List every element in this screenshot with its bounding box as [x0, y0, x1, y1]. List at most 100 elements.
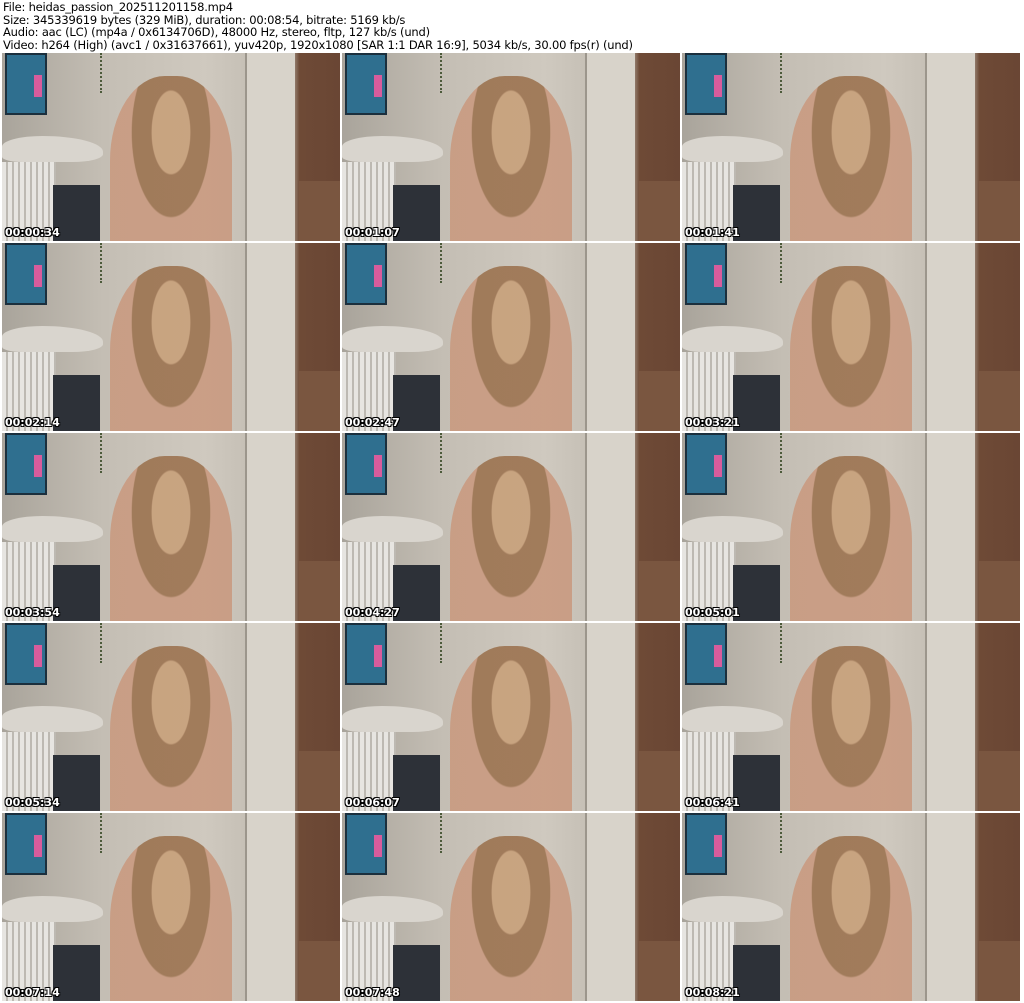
door [925, 813, 975, 1001]
subject-placeholder [790, 265, 912, 431]
subject-placeholder [450, 265, 572, 431]
monitor-screen [345, 623, 387, 685]
video-frame-thumbnail: 00:04:27 [342, 433, 680, 621]
subject-placeholder [790, 835, 912, 1001]
frame-timestamp: 00:01:07 [345, 226, 400, 239]
door [245, 623, 295, 811]
hanging-plant [780, 243, 796, 283]
chair [979, 560, 1020, 621]
chair [639, 750, 680, 811]
subject-placeholder [110, 75, 232, 241]
monitor-screen [345, 53, 387, 115]
hanging-plant [440, 53, 456, 93]
thumbnail-grid: 00:00:34 00:01:07 00:01:41 00:02:14 00:02:47… [2, 53, 1020, 1001]
door [585, 53, 635, 241]
subject-placeholder [790, 645, 912, 811]
subject-placeholder [790, 455, 912, 621]
video-frame-thumbnail: 00:06:07 [342, 623, 680, 811]
hanging-plant [780, 433, 796, 473]
hanging-plant [100, 813, 116, 853]
subject-placeholder [450, 835, 572, 1001]
subject-placeholder [790, 75, 912, 241]
frame-timestamp: 00:07:14 [5, 986, 60, 999]
subject-placeholder [110, 645, 232, 811]
chair [639, 180, 680, 241]
door [925, 623, 975, 811]
subject-placeholder [450, 645, 572, 811]
frame-timestamp: 00:04:27 [345, 606, 400, 619]
monitor-screen [5, 53, 47, 115]
door [925, 243, 975, 431]
monitor-screen [685, 433, 727, 495]
frame-timestamp: 00:00:34 [5, 226, 60, 239]
monitor-screen [5, 813, 47, 875]
monitor-screen [685, 53, 727, 115]
frame-timestamp: 00:01:41 [685, 226, 740, 239]
hanging-plant [100, 623, 116, 663]
video-frame-thumbnail: 00:07:14 [2, 813, 340, 1001]
door [245, 813, 295, 1001]
video-info: Video: h264 (High) (avc1 / 0x31637661), … [3, 37, 633, 52]
chair [299, 560, 340, 621]
video-frame-thumbnail: 00:02:14 [2, 243, 340, 431]
door [245, 53, 295, 241]
frame-timestamp: 00:02:14 [5, 416, 60, 429]
video-frame-thumbnail: 00:01:41 [682, 53, 1020, 241]
video-frame-thumbnail: 00:06:41 [682, 623, 1020, 811]
frame-timestamp: 00:03:21 [685, 416, 740, 429]
chair [299, 940, 340, 1001]
hanging-plant [100, 433, 116, 473]
hanging-plant [780, 623, 796, 663]
frame-timestamp: 00:06:07 [345, 796, 400, 809]
video-frame-thumbnail: 00:02:47 [342, 243, 680, 431]
video-frame-thumbnail: 00:08:21 [682, 813, 1020, 1001]
hanging-plant [100, 243, 116, 283]
door [585, 813, 635, 1001]
file-name: File: heidas_passion_202511201158.mp4 [3, 0, 233, 14]
monitor-screen [5, 243, 47, 305]
monitor-screen [685, 623, 727, 685]
frame-timestamp: 00:06:41 [685, 796, 740, 809]
monitor-screen [685, 813, 727, 875]
subject-placeholder [450, 75, 572, 241]
video-frame-thumbnail: 00:00:34 [2, 53, 340, 241]
door [585, 243, 635, 431]
chair [979, 940, 1020, 1001]
door [585, 623, 635, 811]
hanging-plant [440, 623, 456, 663]
monitor-screen [345, 813, 387, 875]
hanging-plant [780, 813, 796, 853]
video-frame-thumbnail: 00:05:01 [682, 433, 1020, 621]
video-frame-thumbnail: 00:03:21 [682, 243, 1020, 431]
chair [979, 180, 1020, 241]
monitor-screen [5, 433, 47, 495]
frame-timestamp: 00:03:54 [5, 606, 60, 619]
chair [299, 180, 340, 241]
monitor-screen [345, 243, 387, 305]
hanging-plant [100, 53, 116, 93]
frame-timestamp: 00:02:47 [345, 416, 400, 429]
subject-placeholder [450, 455, 572, 621]
door [585, 433, 635, 621]
door [245, 243, 295, 431]
monitor-screen [5, 623, 47, 685]
chair [639, 940, 680, 1001]
file-info-header: File: heidas_passion_202511201158.mp4 Si… [3, 1, 633, 51]
chair [639, 560, 680, 621]
frame-timestamp: 00:05:34 [5, 796, 60, 809]
hanging-plant [440, 433, 456, 473]
chair [979, 370, 1020, 431]
chair [299, 750, 340, 811]
video-frame-thumbnail: 00:05:34 [2, 623, 340, 811]
video-frame-thumbnail: 00:07:48 [342, 813, 680, 1001]
chair [299, 370, 340, 431]
video-frame-thumbnail: 00:01:07 [342, 53, 680, 241]
door [925, 53, 975, 241]
chair [639, 370, 680, 431]
subject-placeholder [110, 265, 232, 431]
monitor-screen [685, 243, 727, 305]
chair [979, 750, 1020, 811]
subject-placeholder [110, 835, 232, 1001]
video-frame-thumbnail: 00:03:54 [2, 433, 340, 621]
frame-timestamp: 00:05:01 [685, 606, 740, 619]
